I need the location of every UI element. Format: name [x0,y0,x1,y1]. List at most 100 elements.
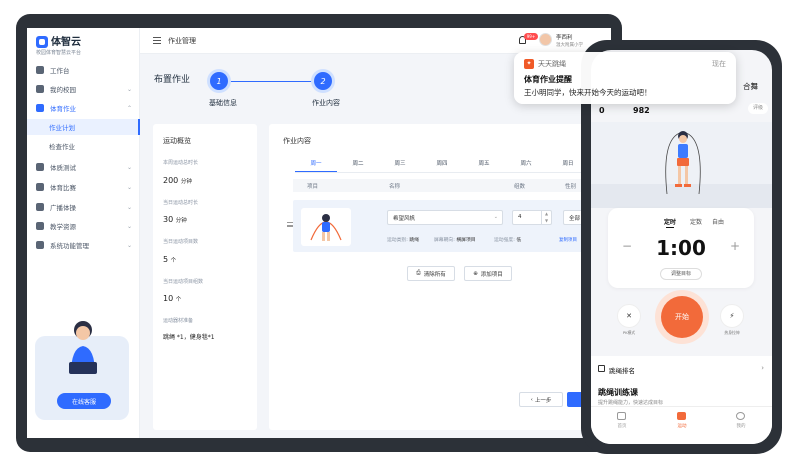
online-support-button[interactable]: 在线客服 [57,393,111,409]
timer-card: 定时 定数 自由 − 1:00 + 调整目标 [608,208,754,288]
exercise-name-value: 希望风帆 [393,216,416,222]
sidebar-item-label: 系统功能管理 [50,242,89,250]
jumping-girl-illustration [665,131,701,195]
exercise-thumbnail [301,208,351,246]
chevron-up-icon: ⌃ [126,104,132,112]
tab-saturday[interactable]: 周六 [511,159,541,167]
push-notification[interactable]: ✦ 天天跳绳 现在 体育作业提醒 王小明同学，快来开始今天的运动吧！ [514,52,736,104]
sidebar-item-label: 体育作业 [50,105,76,113]
chevron-down-icon: ⌄ [126,203,132,211]
start-button[interactable]: 开始 [661,296,703,338]
app-icon: ✦ [524,59,534,69]
overview-label: 当日运动项目组数 [163,279,204,285]
phone-stat: 0 [599,106,605,115]
meta-screen-label: 屏幕朝向: [434,238,455,243]
topbar-title: 作业管理 [168,37,196,45]
table-header [293,179,611,192]
mode-active-indicator [666,227,674,228]
meta-screen-value: 横屏项目 [456,238,476,243]
tab-sunday[interactable]: 周日 [553,159,583,167]
sidebar-item-homework[interactable]: 体育作业 ⌃ [27,99,140,117]
tabbar-sport-label: 运动 [677,424,687,429]
chart-icon [598,365,605,372]
tab-friday[interactable]: 周五 [469,159,499,167]
notification-badge: 99+ [524,33,538,40]
overview-unit: 个 [170,258,177,264]
phone-screen: 合舞 0 982 评级 定时 定数 自由 − 1:00 + 调整目标 ✕ PK模… [591,50,772,444]
tab-divider [295,172,611,173]
mode-free[interactable]: 自由 [712,217,724,226]
sidebar-item-broadcast[interactable]: 广播体操 ⌄ [27,198,140,216]
sidebar-item-label: 广播体操 [50,204,76,212]
tab-active-indicator [295,171,337,172]
sidebar-item-fitness-test[interactable]: 体质测试 ⌄ [27,158,140,176]
step-1-circle: 1 [210,72,228,90]
pulse-icon [36,163,44,171]
copy-item-link[interactable]: 复制项目 [559,237,577,243]
plus-icon[interactable]: + [730,239,740,253]
menu-icon[interactable] [153,37,161,44]
overview-number: 10 [163,294,174,303]
avatar[interactable] [539,33,552,46]
rating-badge: 评级 [748,103,768,114]
groups-value: 4 [518,214,522,220]
sidebar-item-workbench[interactable]: 工作台 [27,61,140,79]
chevron-right-icon: › [761,364,764,372]
mode-count[interactable]: 定数 [690,217,702,226]
sidebar-item-system[interactable]: 系统功能管理 ⌄ [27,236,140,254]
sport-grid-icon[interactable] [677,412,686,420]
chevron-down-icon: ⌄ [126,241,132,249]
sidebar-item-label: 我的校园 [50,86,76,94]
support-agent-illustration [69,321,97,374]
add-item-button[interactable]: ⊕ 添加项目 [464,266,512,281]
sidebar-subitem-plan[interactable]: 作业计划 [27,119,140,135]
overview-unit: 个 [175,297,182,303]
tab-tuesday[interactable]: 周二 [343,159,373,167]
adjust-goal-button[interactable]: 调整目标 [660,268,702,280]
clear-all-button[interactable]: ⎙ 清除所有 [407,266,455,281]
sidebar-item-competition[interactable]: 体育比赛 ⌄ [27,178,140,196]
column-header: 组数 [514,184,526,190]
step-connector [228,81,314,82]
tab-wednesday[interactable]: 周三 [385,159,415,167]
home-icon[interactable] [617,412,626,420]
chevron-down-icon: ⌄ [126,222,132,230]
monitor-icon [36,66,44,74]
gender-value: 全部 [569,216,581,222]
column-header: 名称 [389,184,401,190]
overview-unit: 分钟 [175,218,187,224]
pk-mode-label: PK模式 [622,330,636,335]
groups-stepper[interactable]: 4 ▲ ▼ [512,210,552,225]
pk-mode-icon[interactable]: ✕ [617,304,641,328]
overview-panel: 运动概览 本周运动总时长 200 分钟 当日运动总时长 30 分钟 当日运动项目… [153,124,257,430]
drag-handle-icon[interactable] [287,222,293,227]
prev-step-button[interactable]: ‹ 上一步 [519,392,563,407]
meta-intensity-value: 低 [516,238,522,243]
tab-monday[interactable]: 周一 [301,159,331,167]
overview-number: 5 [163,255,169,264]
broadcast-icon [36,203,44,211]
user-name: 李西利 [556,35,573,41]
sidebar-item-label: 教学资源 [50,223,76,231]
book-icon [36,104,44,112]
add-item-label: 添加项目 [480,271,503,278]
stepper-arrows-icon[interactable]: ▲ ▼ [541,211,551,224]
sidebar-subitem-check[interactable]: 检查作业 [27,138,140,154]
chevron-left-icon: ‹ [530,396,533,403]
exercise-name-select[interactable]: 希望风帆 ⌄ [387,210,503,225]
notification-title: 体育作业提醒 [524,75,572,84]
phone-tab-visible[interactable]: 合舞 [743,81,758,92]
profile-icon[interactable] [736,412,745,420]
meta-type-value: 跳绳 [409,238,419,243]
clear-all-label: 清除所有 [423,271,446,278]
overview-title: 运动概览 [163,137,191,145]
mode-timed[interactable]: 定时 [664,217,676,226]
stretch-icon[interactable]: ⚡ [720,304,744,328]
sidebar-item-label: 工作台 [50,67,70,75]
sidebar-item-resources[interactable]: 教学资源 ⌄ [27,217,140,235]
plus-icon: ⊕ [473,270,478,277]
column-header: 项目 [307,184,319,190]
tab-thursday[interactable]: 周四 [427,159,457,167]
sidebar-item-campus[interactable]: 我的校园 ⌄ [27,80,140,98]
stretch-label: 热身拉伸 [724,330,740,335]
